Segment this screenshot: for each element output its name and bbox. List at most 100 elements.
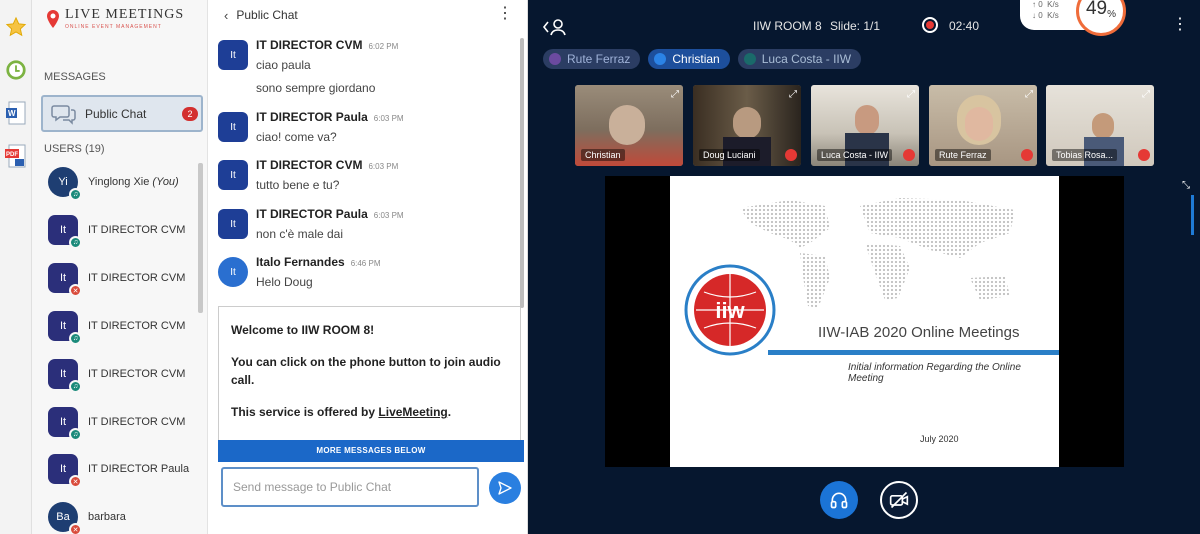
user-avatar: Yi ♫ xyxy=(48,167,82,201)
mic-muted-icon xyxy=(903,149,915,161)
clock-icon[interactable] xyxy=(3,57,29,83)
message-avatar: It xyxy=(218,112,248,142)
room-name: IIW ROOM 8 xyxy=(753,19,822,33)
user-list-item[interactable]: It ♫ IT DIRECTOR CVM xyxy=(48,306,198,346)
video-tile[interactable]: ⤢ Christian xyxy=(575,85,683,166)
word-document-icon[interactable]: W xyxy=(3,100,29,126)
user-avatar: It ♫ xyxy=(48,407,82,441)
record-indicator-icon[interactable] xyxy=(922,17,938,33)
mic-muted-icon xyxy=(1021,149,1033,161)
mic-status-icon: ♫ xyxy=(69,188,82,201)
room-menu-icon[interactable]: ⋮ xyxy=(1172,17,1188,33)
user-list-item[interactable]: Yi ♫ Yinglong Xie (You) xyxy=(48,162,198,202)
mic-muted-icon: ✕ xyxy=(69,475,82,488)
participant-name[interactable]: Doug Luciani xyxy=(699,149,760,161)
share-webcam-button[interactable] xyxy=(880,481,918,519)
chat-panel: ‹ Public Chat ⋮ It IT DIRECTOR CVM 6:02 P… xyxy=(208,0,528,534)
message-avatar: It xyxy=(218,40,248,70)
user-list-item[interactable]: Ba ✕ barbara xyxy=(48,497,198,534)
user-list-item[interactable]: It ✕ IT DIRECTOR Paula xyxy=(48,449,198,489)
fullscreen-icon[interactable]: ⤢ xyxy=(1142,89,1150,100)
user-list-item[interactable]: It ✕ IT DIRECTOR CVM xyxy=(48,258,198,298)
participant-name[interactable]: Rute Ferraz xyxy=(935,149,991,161)
video-tile[interactable]: ⤢ Luca Costa - IIW xyxy=(811,85,919,166)
upload-rate: 0 xyxy=(1038,0,1043,9)
pdf-document-icon[interactable]: PDF xyxy=(3,143,29,169)
participant-name[interactable]: Luca Costa - IIW xyxy=(817,149,893,161)
mic-muted-icon xyxy=(1138,149,1150,161)
more-messages-button[interactable]: MORE MESSAGES BELOW xyxy=(218,440,524,462)
mic-muted-icon: ✕ xyxy=(69,284,82,297)
fullscreen-icon[interactable]: ⤢ xyxy=(907,89,915,100)
message-author: Italo Fernandes xyxy=(256,255,345,269)
talker-chip[interactable]: Rute Ferraz xyxy=(543,49,641,69)
public-chat-item[interactable]: Public Chat 2 xyxy=(41,95,203,132)
mic-status-icon: ♫ xyxy=(69,428,82,441)
download-rate: 0 xyxy=(1038,11,1043,20)
presentation-stage: iiw IIW-IAB 2020 Online Meetings Initial… xyxy=(605,176,1124,467)
user-name: IT DIRECTOR CVM xyxy=(88,368,186,380)
livemeeting-link[interactable]: LiveMeeting xyxy=(378,405,447,419)
mic-icon xyxy=(654,53,667,65)
download-unit: K/s xyxy=(1047,11,1059,20)
join-audio-button[interactable] xyxy=(820,481,858,519)
back-chevron-icon[interactable]: ‹ xyxy=(224,8,228,23)
welcome-period: . xyxy=(447,405,452,419)
star-icon[interactable] xyxy=(3,14,29,40)
meeting-room: IIW ROOM 8 Slide: 1/1 02:40 ↑ 0 K/s ↓ 0 … xyxy=(528,0,1200,534)
fullscreen-icon[interactable]: ⤢ xyxy=(789,89,797,100)
video-tile[interactable]: ⤢ Rute Ferraz xyxy=(929,85,1037,166)
user-avatar: It ♫ xyxy=(48,359,82,393)
talker-name: Rute Ferraz xyxy=(567,52,631,66)
brand-title: LIVE MEETINGS xyxy=(65,7,185,22)
download-arrow-icon: ↓ xyxy=(1032,11,1036,20)
svg-text:W: W xyxy=(8,109,16,118)
message-time: 6:03 PM xyxy=(373,114,404,123)
video-tile[interactable]: ⤢ Tobias Rosa... xyxy=(1046,85,1154,166)
message-avatar: It xyxy=(218,257,248,287)
upload-unit: K/s xyxy=(1047,0,1059,9)
talker-name: Christian xyxy=(672,52,720,66)
message-text: tutto bene e tu? xyxy=(256,178,340,192)
participant-name[interactable]: Tobias Rosa... xyxy=(1052,149,1118,161)
chat-scrollbar[interactable] xyxy=(520,38,524,308)
mic-muted-icon xyxy=(549,53,561,65)
mic-icon xyxy=(743,53,756,65)
message-author: IT DIRECTOR Paula xyxy=(256,207,368,221)
message-avatar: It xyxy=(218,209,248,239)
user-avatar: It ✕ xyxy=(48,454,82,488)
chat-options-icon[interactable]: ⋮ xyxy=(497,6,513,22)
users-scrollbar[interactable] xyxy=(198,163,203,313)
unread-badge: 2 xyxy=(182,107,198,121)
presentation-scrollbar[interactable] xyxy=(1191,195,1194,235)
chat-header: ‹ Public Chat ⋮ xyxy=(208,0,527,30)
users-panel: LIVE MEETINGS ONLINE EVENT MANAGEMENT ME… xyxy=(32,0,208,534)
message-text: Helo Doug xyxy=(256,275,313,289)
message-time: 6:02 PM xyxy=(368,42,399,51)
participant-name[interactable]: Christian xyxy=(581,149,625,161)
message-author: IT DIRECTOR CVM xyxy=(256,158,363,172)
user-list-item[interactable]: It ♫ IT DIRECTOR CVM xyxy=(48,210,198,250)
fullscreen-icon[interactable]: ⤢ xyxy=(671,89,679,100)
user-list-toggle-icon[interactable] xyxy=(542,17,568,37)
message-text: non c'è male dai xyxy=(256,227,344,241)
chat-message-input[interactable] xyxy=(221,467,479,507)
user-name: IT DIRECTOR CVM xyxy=(88,224,186,236)
slide-counter: Slide: 1/1 xyxy=(830,19,881,33)
talker-name: Luca Costa - IIW xyxy=(761,52,852,66)
mic-muted-icon: ✕ xyxy=(69,523,82,534)
user-list-item[interactable]: It ♫ IT DIRECTOR CVM xyxy=(48,402,198,442)
user-list-item[interactable]: It ♫ IT DIRECTOR CVM xyxy=(48,354,198,394)
cpu-usage-unit: % xyxy=(1107,9,1117,20)
fit-to-screen-icon[interactable]: ⤡ xyxy=(1182,180,1190,191)
mic-status-icon: ♫ xyxy=(69,380,82,393)
fullscreen-icon[interactable]: ⤢ xyxy=(1025,89,1033,100)
user-name: IT DIRECTOR CVM xyxy=(88,320,186,332)
user-name: IT DIRECTOR Paula xyxy=(88,463,190,475)
video-tile[interactable]: ⤢ Doug Luciani xyxy=(693,85,801,166)
send-button[interactable] xyxy=(489,472,521,504)
talker-chip[interactable]: Christian xyxy=(648,49,730,69)
talker-chip[interactable]: Luca Costa - IIW xyxy=(737,49,862,69)
talking-indicators: Rute Ferraz Christian Luca Costa - IIW xyxy=(543,49,862,69)
logo-text: iiw xyxy=(715,298,745,323)
